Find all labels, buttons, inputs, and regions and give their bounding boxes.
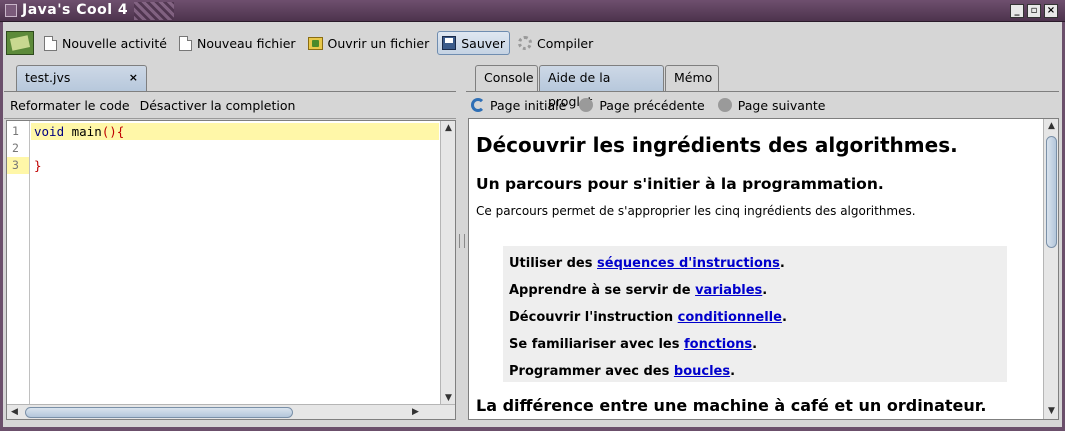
list-item: Programmer avec des boucles. — [509, 358, 1001, 385]
horizontal-scroll-thumb[interactable] — [25, 407, 293, 418]
code-line[interactable]: void main(){ — [31, 123, 439, 140]
tab-proglet-help[interactable]: Aide de la proglet — [539, 65, 664, 109]
javascool-logo-icon[interactable] — [6, 31, 34, 55]
code-brackets: } — [34, 158, 42, 173]
scroll-down-arrow[interactable]: ▼ — [1044, 404, 1058, 419]
new-file-label: Nouveau fichier — [197, 35, 296, 51]
save-button[interactable]: Sauver — [437, 31, 510, 55]
tab-test-jvs[interactable]: test.jvs × — [16, 65, 147, 91]
link-sequences[interactable]: séquences d'instructions — [597, 256, 780, 271]
window-title: Java's Cool 4 — [22, 2, 129, 18]
back-arrow-icon — [579, 98, 594, 112]
help-document: Découvrir les ingrédients des algorithme… — [468, 118, 1059, 420]
line-number: 2 — [12, 141, 19, 155]
help-next-heading: La différence entre une machine à café e… — [476, 396, 987, 415]
compile-button[interactable]: Compiler — [514, 31, 597, 55]
next-page-label: Page suivante — [737, 97, 826, 113]
close-window-button[interactable]: × — [1044, 4, 1058, 18]
item-text: Utiliser des — [509, 256, 598, 271]
save-label: Sauver — [461, 35, 505, 51]
item-punct: . — [779, 256, 785, 271]
code-area[interactable]: void main(){ } — [31, 121, 439, 406]
new-activity-label: Nouvelle activité — [62, 35, 167, 51]
item-punct: . — [781, 310, 787, 325]
panel-splitter[interactable] — [456, 62, 466, 422]
editor-panel: test.jvs × Reformater le code Désactiver… — [4, 62, 456, 422]
help-intro: Ce parcours permet de s'approprier les c… — [476, 204, 916, 218]
help-panel: Console Aide de la proglet Mémo Page ini… — [466, 62, 1059, 422]
line-number: 3 — [7, 157, 29, 174]
list-item: Apprendre à se servir de variables. — [509, 277, 1001, 304]
vertical-scroll-thumb[interactable] — [1046, 136, 1057, 248]
item-punct: . — [752, 337, 758, 352]
home-page-label: Page initiale — [490, 97, 567, 113]
window-menu-icon[interactable] — [5, 4, 17, 17]
save-disk-icon — [442, 36, 457, 50]
open-folder-icon — [307, 36, 323, 50]
code-keyword: void — [34, 124, 65, 139]
previous-page-label: Page précédente — [599, 97, 705, 113]
editor-horizontal-scrollbar[interactable]: ◀ ▶ — [7, 404, 455, 419]
previous-page-button[interactable]: Page précédente — [579, 97, 705, 113]
new-file-icon — [179, 35, 192, 51]
line-number-gutter: 1 2 3 — [7, 121, 30, 406]
next-page-button[interactable]: Page suivante — [717, 97, 826, 113]
link-conditionnelle[interactable]: conditionnelle — [678, 310, 782, 325]
editor-tabs: test.jvs × — [4, 62, 456, 92]
compile-label: Compiler — [536, 35, 594, 51]
item-punct: . — [730, 364, 736, 379]
code-line[interactable] — [31, 140, 439, 157]
reformat-code-button[interactable]: Reformater le code — [10, 98, 130, 113]
minimize-button[interactable]: _ — [1010, 4, 1024, 18]
open-file-label: Ouvrir un fichier — [327, 35, 430, 51]
tab-label: test.jvs — [25, 70, 71, 85]
tab-console[interactable]: Console — [475, 65, 538, 91]
help-content: Découvrir les ingrédients des algorithme… — [476, 119, 1041, 415]
open-file-button[interactable]: Ouvrir un fichier — [304, 31, 434, 55]
link-fonctions[interactable]: fonctions — [684, 337, 752, 352]
list-item: Découvrir l'instruction conditionnelle. — [509, 304, 1001, 331]
main-toolbar: Nouvelle activité Nouveau fichier Ouvrir… — [4, 26, 1061, 60]
editor-vertical-scrollbar[interactable]: ▲ ▼ — [440, 121, 455, 406]
title-decoration — [134, 2, 174, 20]
maximize-button[interactable]: ▫ — [1027, 4, 1041, 18]
line-number: 1 — [12, 124, 19, 138]
new-document-icon — [44, 35, 57, 51]
scroll-left-arrow[interactable]: ◀ — [7, 405, 22, 420]
scroll-up-arrow[interactable]: ▲ — [441, 121, 456, 136]
right-tabs: Console Aide de la proglet Mémo — [466, 62, 1059, 109]
close-tab-icon[interactable]: × — [129, 66, 138, 90]
new-activity-button[interactable]: Nouvelle activité — [40, 31, 171, 55]
scroll-up-arrow[interactable]: ▲ — [1044, 119, 1058, 134]
tab-memo[interactable]: Mémo — [665, 65, 719, 91]
scroll-right-arrow[interactable]: ▶ — [408, 405, 423, 420]
item-text: Programmer avec des — [509, 364, 674, 379]
item-punct: . — [762, 283, 768, 298]
home-page-button[interactable]: Page initiale — [471, 98, 566, 113]
title-bar: Java's Cool 4 _ ▫ × — [0, 0, 1065, 22]
gear-icon — [517, 36, 532, 50]
list-item: Se familiariser avec les fonctions. — [509, 331, 1001, 358]
refresh-icon — [471, 98, 485, 112]
code-brackets: (){ — [101, 124, 125, 139]
link-boucles[interactable]: boucles — [674, 364, 730, 379]
new-file-button[interactable]: Nouveau fichier — [175, 31, 300, 55]
code-editor[interactable]: 1 2 3 void main(){ } ▲ ▼ ◀ ▶ — [6, 120, 456, 420]
disable-completion-button[interactable]: Désactiver la completion — [140, 98, 296, 113]
help-vertical-scrollbar[interactable]: ▲ ▼ — [1043, 119, 1058, 419]
help-navigation: Page initiale Page précédente Page suiva… — [466, 93, 1059, 117]
link-variables[interactable]: variables — [695, 283, 762, 298]
item-text: Découvrir l'instruction — [509, 310, 678, 325]
code-identifier: main — [64, 124, 102, 139]
list-item: Utiliser des séquences d'instructions. — [509, 250, 1001, 277]
item-text: Apprendre à se servir de — [509, 283, 696, 298]
code-line[interactable]: } — [31, 157, 439, 174]
ingredients-list: Utiliser des séquences d'instructions. A… — [503, 246, 1007, 382]
forward-arrow-icon — [717, 98, 732, 112]
help-title: Découvrir les ingrédients des algorithme… — [476, 133, 958, 157]
editor-toolbar: Reformater le code Désactiver la complet… — [4, 93, 456, 119]
help-subtitle: Un parcours pour s'initier à la programm… — [476, 175, 884, 193]
item-text: Se familiariser avec les — [509, 337, 685, 352]
